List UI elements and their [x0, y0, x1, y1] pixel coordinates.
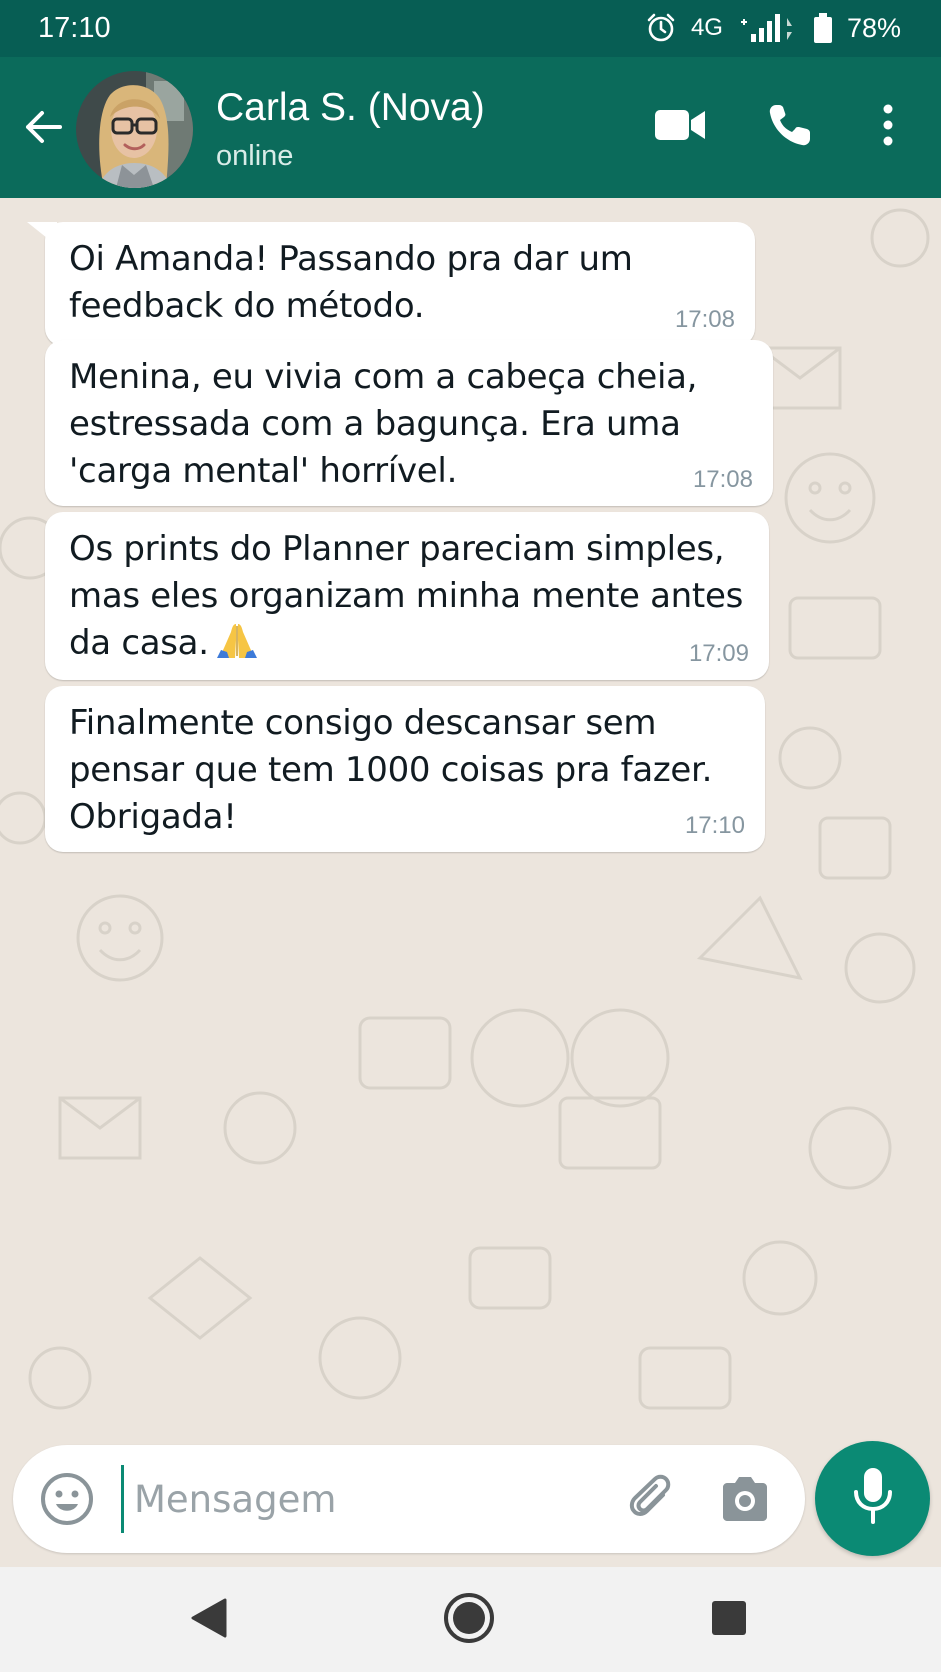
back-nav-icon — [189, 1596, 229, 1645]
message-input[interactable] — [121, 1465, 611, 1533]
video-call-icon — [653, 106, 707, 149]
contact-name[interactable]: Carla S. (Nova) — [216, 85, 485, 131]
nav-home-button[interactable] — [440, 1591, 498, 1649]
message-text: Oi Amanda! Passando pra dar um feedback … — [69, 239, 633, 326]
attach-icon — [625, 1474, 681, 1533]
back-arrow-icon — [20, 111, 68, 155]
emoji-button[interactable] — [39, 1471, 95, 1527]
status-indicators: 4G 78% — [645, 10, 901, 46]
avatar[interactable] — [76, 71, 193, 188]
message-list[interactable]: Oi Amanda! Passando pra dar um feedback … — [0, 198, 941, 1440]
message-time: 17:09 — [688, 640, 749, 667]
more-options-icon — [881, 103, 895, 152]
voice-message-button[interactable] — [815, 1441, 930, 1556]
more-options-button[interactable] — [858, 97, 918, 157]
home-nav-icon — [442, 1591, 496, 1650]
chat-screen: 17:10 4G 78% Carla S. (Nova) online Oi A… — [0, 0, 941, 1672]
message-time: 17:08 — [692, 466, 753, 493]
message-text: Os prints do Planner pareciam simples, m… — [69, 529, 743, 663]
mic-icon — [851, 1466, 895, 1531]
message-bubble[interactable]: Menina, eu vivia com a cabeça cheia, est… — [45, 340, 773, 506]
chat-header: Carla S. (Nova) online — [0, 57, 941, 198]
status-time: 17:10 — [38, 12, 111, 44]
folded-hands-emoji — [215, 620, 259, 660]
message-time: 17:08 — [674, 306, 735, 333]
bubble-tail — [27, 222, 57, 246]
contact-status: online — [216, 140, 294, 172]
message-bubble[interactable]: Oi Amanda! Passando pra dar um feedback … — [27, 222, 755, 346]
attach-button[interactable] — [625, 1473, 681, 1529]
camera-icon — [719, 1477, 771, 1527]
alarm-icon — [645, 12, 677, 44]
camera-button[interactable] — [719, 1475, 771, 1525]
video-call-button[interactable] — [650, 97, 710, 157]
message-text: Menina, eu vivia com a cabeça cheia, est… — [69, 357, 698, 491]
message-bubble[interactable]: Finalmente consigo descansar sem pensar … — [45, 686, 765, 852]
battery-level: 78% — [846, 12, 901, 43]
system-nav-bar — [0, 1567, 941, 1672]
network-type: 4G — [690, 14, 723, 41]
voice-call-button[interactable] — [760, 97, 820, 157]
message-bubble[interactable]: Os prints do Planner pareciam simples, m… — [45, 512, 769, 680]
nav-back-button[interactable] — [180, 1591, 238, 1649]
phone-icon — [766, 101, 814, 154]
emoji-icon — [39, 1473, 95, 1531]
status-bar: 17:10 4G 78% — [0, 0, 941, 57]
recents-nav-icon — [709, 1598, 749, 1643]
message-time: 17:10 — [684, 812, 745, 839]
nav-recents-button[interactable] — [700, 1591, 758, 1649]
back-button[interactable] — [20, 103, 68, 151]
message-text: Finalmente consigo descansar sem pensar … — [69, 703, 713, 837]
signal-icon — [737, 12, 799, 44]
battery-icon — [813, 12, 833, 44]
message-composer — [13, 1445, 805, 1553]
